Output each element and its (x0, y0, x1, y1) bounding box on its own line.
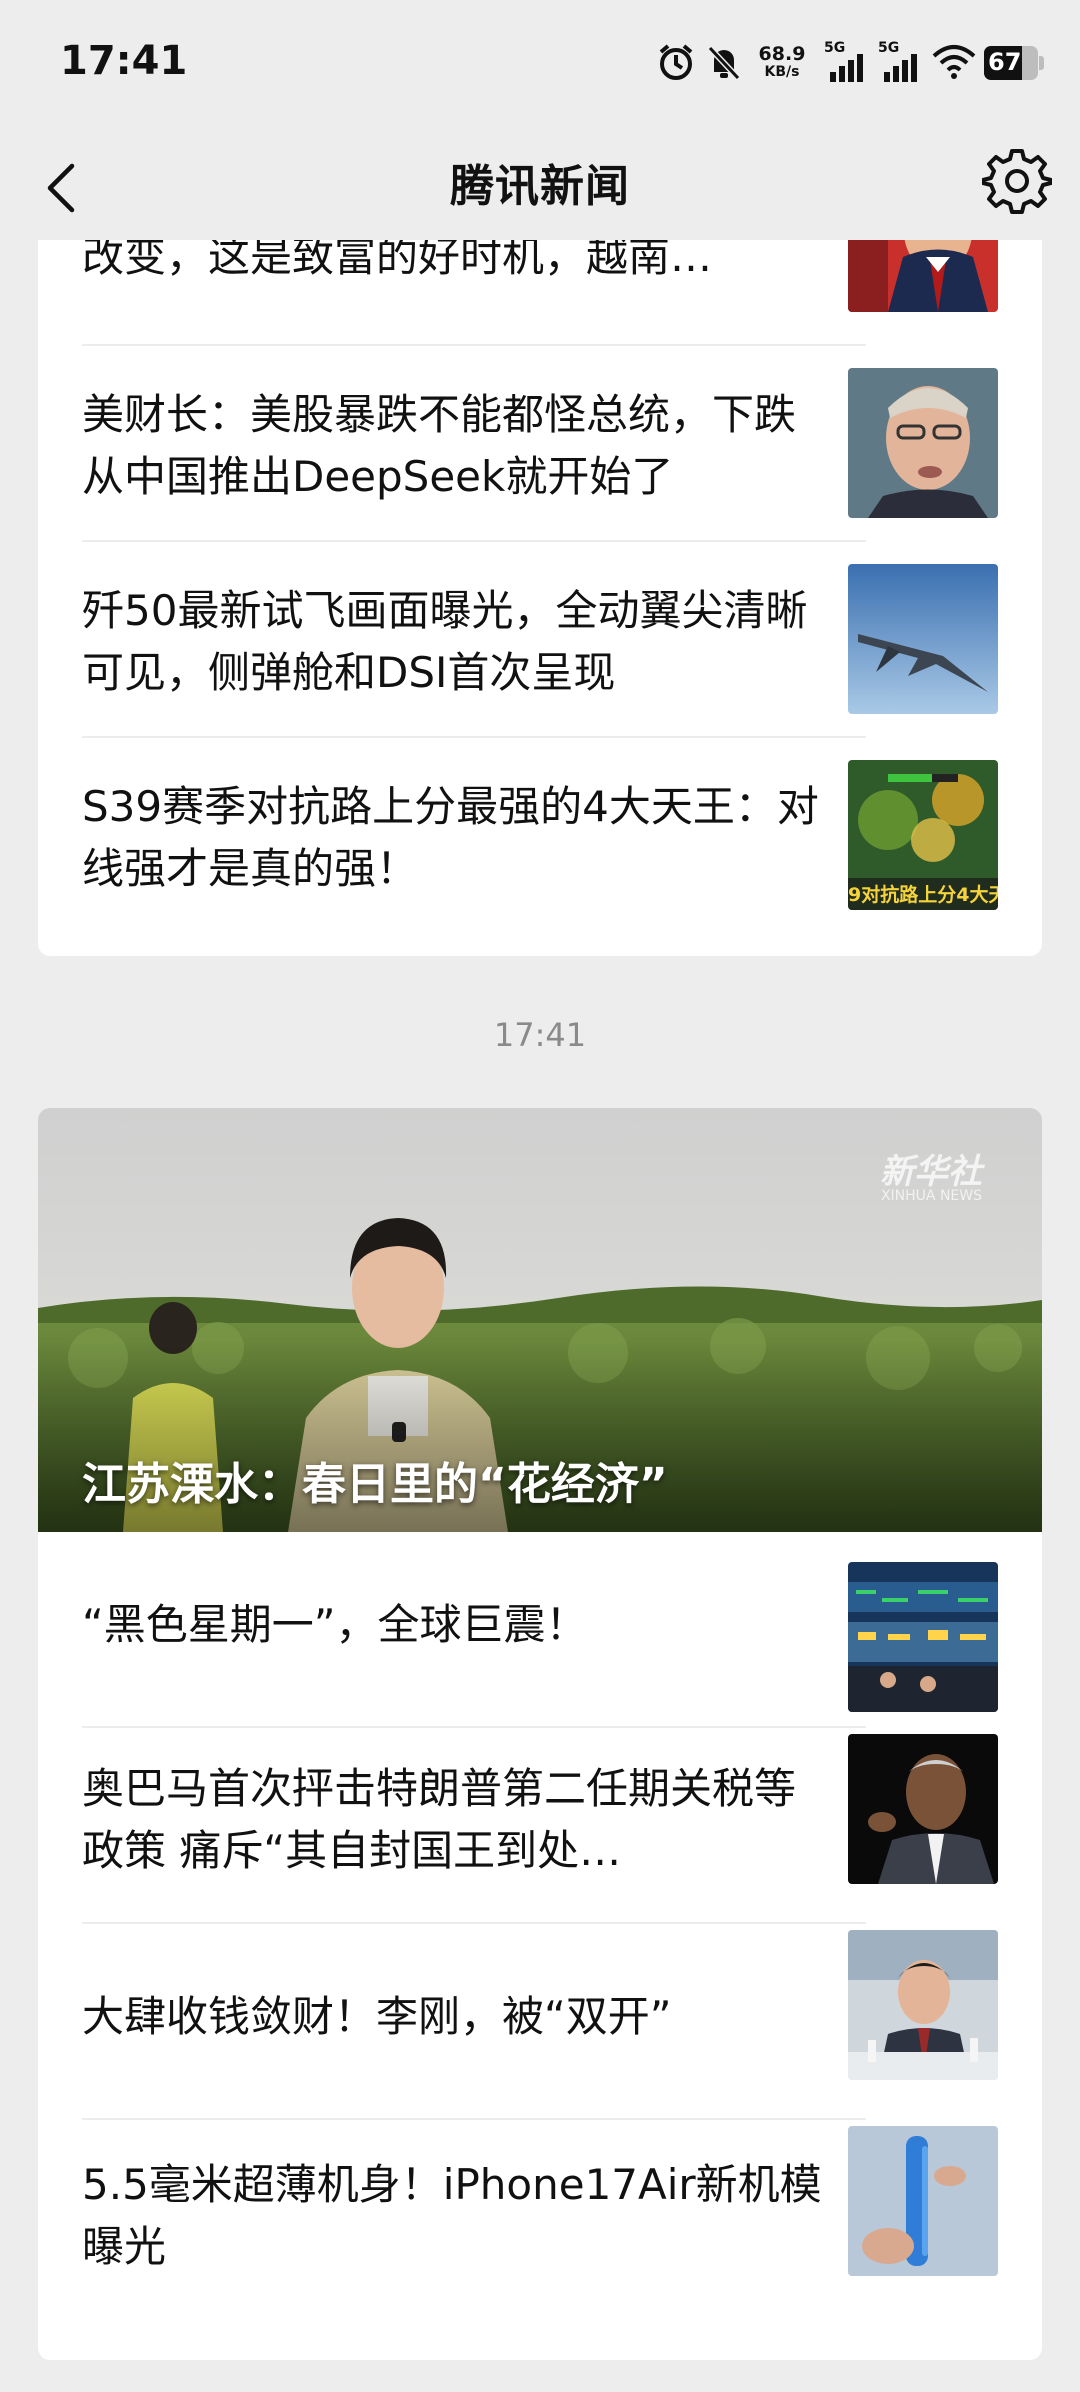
news-item-title: “黑色星期一”，全球巨震！ (82, 1600, 588, 1649)
hero-article[interactable]: 新华社 XINHUA NEWS 江苏溧水：春日里的“花经济” (38, 1108, 1042, 1532)
signal-1: 5G (824, 40, 868, 84)
news-card-2: 新华社 XINHUA NEWS 江苏溧水：春日里的“花经济” “黑色星期一”，全… (38, 1108, 1042, 2360)
news-item-title: 歼50最新试飞画面曝光，全动翼尖清晰可见，侧弹舱和DSI首次呈现 (82, 586, 808, 697)
network-speed: 68.9 KB/s (756, 44, 808, 80)
news-item[interactable]: S39赛季对抗路上分最强的4大天王：对线强才是真的强！ 9对抗路上分4大天 (38, 738, 1042, 934)
news-item[interactable]: 歼50最新试飞画面曝光，全动翼尖清晰可见，侧弹舱和DSI首次呈现 (38, 542, 1042, 738)
wifi-icon (932, 45, 976, 79)
fighter-jet-image (848, 564, 998, 714)
message-timestamp: 17:41 (493, 1016, 587, 1054)
nav-bar: 腾讯新闻 (0, 130, 1080, 240)
news-item-title: 改变，这是致富的好时机，越南… (82, 240, 822, 288)
phone-model-image (848, 2126, 998, 2276)
news-item-title-text: 改变，这是致富的好时机，越南… (82, 240, 713, 281)
cell-signal-icon (830, 54, 863, 82)
cell-signal-icon (884, 54, 917, 82)
thumbnail-caption: 9对抗路上分4大天 (848, 884, 998, 906)
alarm-icon (659, 44, 693, 80)
signal-2: 5G (878, 40, 922, 84)
news-item[interactable]: 美财长：美股暴跌不能都怪总统，下跌从中国推出DeepSeek就开始了 (38, 346, 1042, 542)
news-item-title: 大肆收钱敛财！李刚，被“双开” (82, 1992, 672, 2041)
mute-bell-icon (707, 45, 741, 81)
news-thumbnail: 9对抗路上分4大天 (848, 760, 998, 910)
network-speed-value: 68.9 (758, 43, 806, 65)
news-thumbnail (848, 1930, 998, 2080)
news-item[interactable]: 改变，这是致富的好时机，越南… (38, 240, 1042, 360)
battery-level: 67 (988, 48, 1022, 76)
news-item[interactable]: 大肆收钱敛财！李刚，被“双开” (38, 1924, 1042, 2120)
hero-title: 江苏溧水：春日里的“花经济” (82, 1459, 668, 1510)
status-time: 17:41 (60, 38, 188, 84)
news-thumbnail (848, 368, 998, 518)
news-thumbnail (848, 2126, 998, 2276)
person-photo-image (848, 240, 998, 312)
news-item-title: S39赛季对抗路上分最强的4大天王：对线强才是真的强！ (82, 782, 819, 893)
news-item-title: 5.5毫米超薄机身！iPhone17Air新机模曝光 (82, 2160, 822, 2271)
news-card-1: 改变，这是致富的好时机，越南… 美财长：美股暴跌不能都怪总统，下跌从中国推出De… (38, 240, 1042, 956)
news-thumbnail (848, 240, 998, 312)
news-item[interactable]: 奥巴马首次抨击特朗普第二任期关税等政策 痛斥“其自封国王到处… (38, 1728, 1042, 1924)
stock-exchange-image (848, 1562, 998, 1712)
person-photo-image (848, 1930, 998, 2080)
battery-indicator: 67 (984, 46, 1046, 80)
page-title: 腾讯新闻 (450, 161, 630, 212)
news-item-title: 奥巴马首次抨击特朗普第二任期关税等政策 痛斥“其自封国王到处… (82, 1764, 797, 1875)
news-thumbnail (848, 564, 998, 714)
hero-watermark: 新华社 (880, 1152, 982, 1192)
gear-icon[interactable] (982, 146, 1052, 216)
status-bar: 17:41 68.9 KB/s 5G 5G 67 (0, 0, 1080, 130)
hero-watermark-sub: XINHUA NEWS (880, 1188, 982, 1204)
news-thumbnail (848, 1562, 998, 1712)
news-item[interactable]: 5.5毫米超薄机身！iPhone17Air新机模曝光 (38, 2120, 1042, 2316)
news-thumbnail (848, 1734, 998, 1884)
network-speed-unit: KB/s (764, 64, 800, 80)
news-item-title: 美财长：美股暴跌不能都怪总统，下跌从中国推出DeepSeek就开始了 (82, 390, 797, 501)
news-item[interactable]: “黑色星期一”，全球巨震！ (38, 1532, 1042, 1728)
person-photo-image (848, 1734, 998, 1884)
person-photo-image (848, 368, 998, 518)
